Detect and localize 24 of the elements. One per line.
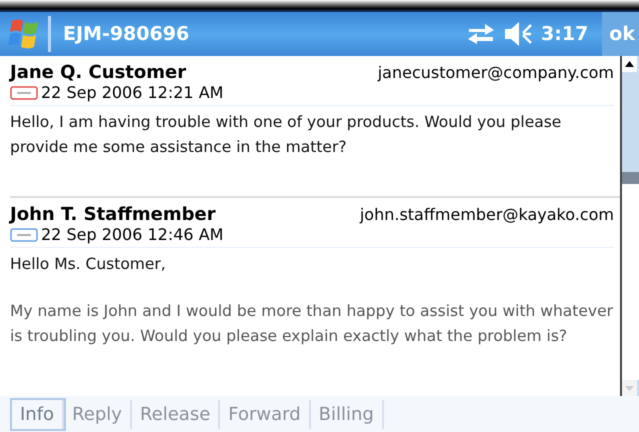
message-date: 22 Sep 2006 12:46 AM: [41, 225, 224, 244]
clock-time[interactable]: 3:17: [541, 23, 588, 45]
sender-name: John T. Staffmember: [10, 204, 216, 225]
staff-badge-icon: [10, 228, 38, 242]
tab[interactable]: Release: [132, 400, 220, 428]
message-date: 22 Sep 2006 12:21 AM: [41, 83, 224, 102]
message-text: Hello, I am having trouble with one of your products. Would you please provide me some assistance in the matter?: [10, 112, 562, 158]
message-text: My name is John and I would be more than happy to assist you with whatever is troubling you. Would you please explain exactly what the problem is?: [10, 301, 614, 347]
tab[interactable]: Info: [12, 400, 64, 428]
ok-button[interactable]: ok: [602, 12, 639, 56]
scroll-up-icon[interactable]: [622, 56, 637, 72]
sender-email: john.staffmember@kayako.com: [360, 205, 614, 224]
tab[interactable]: Reply: [64, 400, 132, 428]
scrollbar[interactable]: [620, 56, 639, 396]
window-title: EJM-980696: [63, 23, 190, 45]
message-text: Hello Ms. Customer,: [10, 254, 167, 275]
scroll-thumb[interactable]: [622, 172, 639, 184]
connectivity-icon[interactable]: [467, 21, 496, 47]
tab[interactable]: Forward: [220, 400, 311, 428]
speaker-muted-icon[interactable]: [503, 20, 534, 48]
user-badge-icon: [10, 86, 38, 100]
sender-email: janecustomer@company.com: [378, 63, 614, 82]
sender-name: Jane Q. Customer: [10, 62, 186, 83]
tab[interactable]: Billing: [310, 400, 384, 428]
